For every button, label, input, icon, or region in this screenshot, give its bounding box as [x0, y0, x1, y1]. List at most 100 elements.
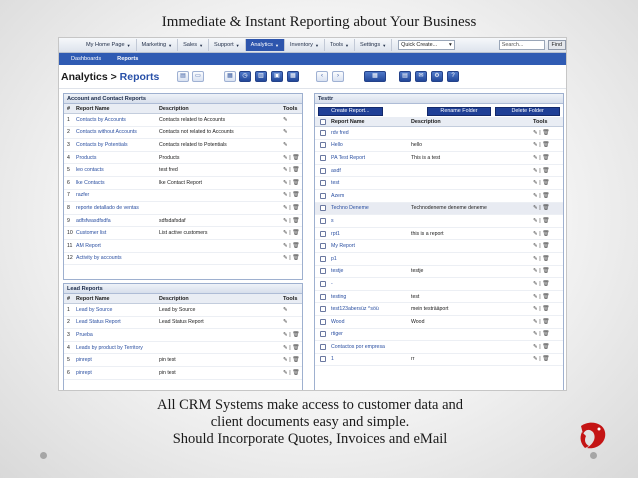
col-description[interactable]: Description — [159, 106, 279, 112]
row-tools[interactable]: ✎ | 🗑 — [529, 205, 563, 211]
col-report-name[interactable]: Report Name — [76, 106, 159, 112]
row-tools[interactable]: ✎ | 🗑 — [529, 256, 563, 262]
menu-item-marketing[interactable]: Marketing ▼ — [137, 39, 179, 51]
report-name-link[interactable]: rdv fred — [331, 130, 411, 136]
row-tools[interactable]: ✎ | 🗑 — [529, 193, 563, 199]
row-checkbox[interactable] — [315, 356, 331, 363]
report-name-link[interactable]: Wood — [331, 319, 411, 325]
subnav-dashboards[interactable]: Dashboards — [63, 56, 109, 62]
report-name-link[interactable]: Techno Deneme — [331, 205, 411, 211]
row-checkbox[interactable] — [315, 306, 331, 313]
report-name-link[interactable]: test — [331, 180, 411, 186]
row-checkbox[interactable] — [315, 318, 331, 325]
col-description[interactable]: Description — [159, 296, 279, 302]
row-tools[interactable]: ✎ | 🗑 — [529, 180, 563, 186]
row-checkbox[interactable] — [315, 343, 331, 350]
row-checkbox[interactable] — [315, 205, 331, 212]
report-name-link[interactable]: rpt1 — [331, 231, 411, 237]
report-name-link[interactable]: pinrept — [76, 370, 159, 376]
forward-icon[interactable]: › — [332, 71, 344, 82]
row-tools[interactable]: ✎ | 🗑 — [529, 281, 563, 287]
row-tools[interactable]: ✎ | 🗑 — [529, 142, 563, 148]
row-tools[interactable]: ✎ | 🗑 — [529, 218, 563, 224]
clock-icon[interactable]: ◷ — [239, 71, 251, 82]
report-name-link[interactable]: Leads by product by Territory — [76, 345, 159, 351]
row-checkbox[interactable] — [315, 217, 331, 224]
calendar-icon[interactable]: ▦ — [224, 71, 236, 82]
email-icon[interactable]: ✉ — [415, 71, 427, 82]
row-tools[interactable]: ✎ | 🗑 — [279, 155, 302, 161]
report-name-link[interactable]: reporte detallado de ventas — [76, 205, 159, 211]
row-checkbox[interactable] — [315, 268, 331, 275]
report-name-link[interactable]: razfer — [76, 192, 159, 198]
row-tools[interactable]: ✎ — [279, 129, 302, 135]
row-tools[interactable]: ✎ | 🗑 — [279, 370, 302, 376]
menu-item-analytics[interactable]: Analytics ▼ — [245, 39, 285, 51]
row-tools[interactable]: ✎ | 🗑 — [279, 230, 302, 236]
row-checkbox[interactable] — [315, 255, 331, 262]
row-tools[interactable]: ✎ | 🗑 — [279, 243, 302, 249]
new-folder-icon[interactable]: ▭ — [192, 71, 204, 82]
row-tools[interactable]: ✎ | 🗑 — [529, 155, 563, 161]
row-tools[interactable]: ✎ | 🗑 — [529, 319, 563, 325]
help-icon[interactable]: ? — [447, 71, 459, 82]
report-name-link[interactable]: 1 — [331, 356, 411, 362]
row-tools[interactable]: ✎ | 🗑 — [529, 130, 563, 136]
report-name-link[interactable]: Hello — [331, 142, 411, 148]
create-report-button[interactable]: Create Report... — [318, 106, 383, 116]
row-checkbox[interactable] — [315, 142, 331, 149]
grid-view-icon[interactable]: ▦ — [364, 71, 386, 82]
report-name-link[interactable]: testje — [331, 268, 411, 274]
row-checkbox[interactable] — [315, 154, 331, 161]
settings-icon[interactable]: ⚙ — [431, 71, 443, 82]
row-tools[interactable]: ✎ | 🗑 — [529, 268, 563, 274]
row-tools[interactable]: ✎ | 🗑 — [279, 192, 302, 198]
report-name-link[interactable]: rtiger — [331, 331, 411, 337]
row-tools[interactable]: ✎ — [279, 319, 302, 325]
row-tools[interactable]: ✎ | 🗑 — [529, 231, 563, 237]
new-report-icon[interactable]: ▤ — [177, 71, 189, 82]
export-icon[interactable]: ▣ — [271, 71, 283, 82]
row-tools[interactable]: ✎ | 🗑 — [529, 294, 563, 300]
row-checkbox[interactable] — [315, 180, 331, 187]
quick-create-select[interactable]: Quick Create... ▾ — [398, 40, 455, 50]
back-icon[interactable]: ‹ — [316, 71, 328, 82]
page-title-accent[interactable]: Reports — [120, 71, 160, 83]
row-tools[interactable]: ✎ | 🗑 — [529, 331, 563, 337]
report-name-link[interactable]: Contacts by Accounts — [76, 117, 159, 123]
row-checkbox[interactable] — [315, 331, 331, 338]
menu-item-inventory[interactable]: Inventory ▼ — [285, 39, 325, 51]
row-tools[interactable]: ✎ | 🗑 — [529, 344, 563, 350]
row-tools[interactable]: ✎ | 🗑 — [279, 167, 302, 173]
report-name-link[interactable]: asdf — [331, 168, 411, 174]
delete-folder-button[interactable]: Delete Folder — [495, 106, 561, 116]
report-name-link[interactable]: - — [331, 281, 411, 287]
report-name-link[interactable]: Azem — [331, 193, 411, 199]
row-checkbox[interactable] — [315, 129, 331, 136]
row-tools[interactable]: ✎ | 🗑 — [529, 356, 563, 362]
report-name-link[interactable]: Customer list — [76, 230, 159, 236]
report-name-link[interactable]: s — [331, 218, 411, 224]
row-checkbox[interactable] — [315, 230, 331, 237]
report-name-link[interactable]: Contactos por empresa — [331, 344, 411, 350]
row-tools[interactable]: ✎ | 🗑 — [529, 306, 563, 312]
report-name-link[interactable]: testing — [331, 294, 411, 300]
menu-item-my-home-page[interactable]: My Home Page ▼ — [81, 39, 137, 51]
col-description[interactable]: Description — [411, 119, 529, 125]
menu-item-settings[interactable]: Settings ▼ — [355, 39, 393, 51]
row-tools[interactable]: ✎ — [279, 307, 302, 313]
row-tools[interactable]: ✎ | 🗑 — [279, 345, 302, 351]
row-checkbox[interactable] — [315, 293, 331, 300]
report-name-link[interactable]: AM Report — [76, 243, 159, 249]
report-name-link[interactable]: lео contacts — [76, 167, 159, 173]
row-tools[interactable]: ✎ — [279, 142, 302, 148]
row-checkbox[interactable] — [315, 243, 331, 250]
report-name-link[interactable]: Products — [76, 155, 159, 161]
report-name-link[interactable]: lke Contacts — [76, 180, 159, 186]
col-report-name[interactable]: Report Name — [331, 119, 411, 125]
col-report-name[interactable]: Report Name — [76, 296, 159, 302]
report-name-link[interactable]: pinrept — [76, 357, 159, 363]
report-name-link[interactable]: Lead by Source — [76, 307, 159, 313]
row-checkbox[interactable] — [315, 192, 331, 199]
row-tools[interactable]: ✎ | 🗑 — [279, 180, 302, 186]
